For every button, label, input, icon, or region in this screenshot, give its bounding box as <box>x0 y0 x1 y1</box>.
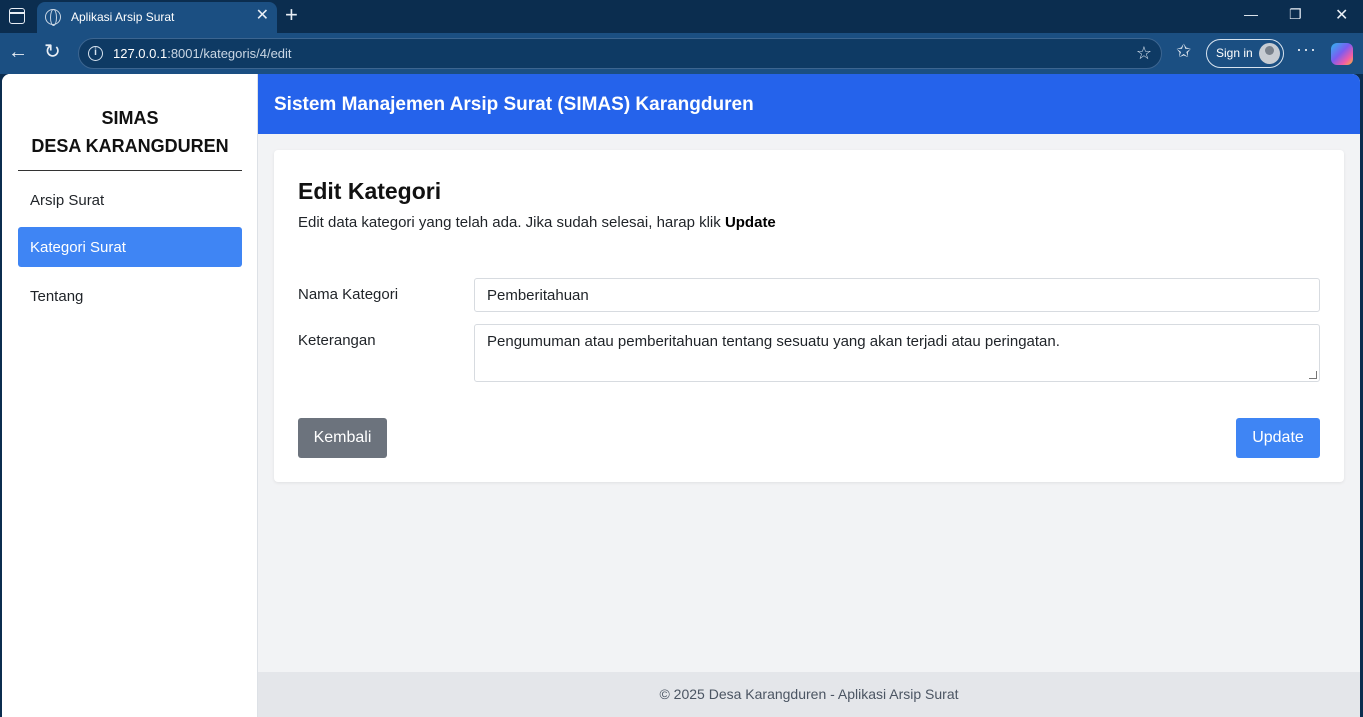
app-title: Sistem Manajemen Arsip Surat (SIMAS) Kar… <box>274 94 754 115</box>
back-icon[interactable]: ← <box>8 41 28 63</box>
main-content: Sistem Manajemen Arsip Surat (SIMAS) Kar… <box>258 74 1360 717</box>
address-toolbar: ← ↻ i 127.0.0.1:8001/kategoris/4/edit ☆ … <box>0 33 1363 74</box>
footer: © 2025 Desa Karangduren - Aplikasi Arsip… <box>258 672 1360 717</box>
close-window-icon[interactable]: ✕ <box>1335 5 1348 25</box>
top-header: Sistem Manajemen Arsip Surat (SIMAS) Kar… <box>258 74 1360 134</box>
edit-category-card: Edit Kategori Edit data kategori yang te… <box>274 150 1344 482</box>
divider <box>18 170 242 171</box>
update-button[interactable]: Update <box>1236 418 1320 458</box>
url-text: 127.0.0.1:8001/kategoris/4/edit <box>113 46 292 61</box>
sidebar-item-tentang[interactable]: Tentang <box>18 276 242 316</box>
browser-tab-strip: Aplikasi Arsip Surat ✕ + — ❐ ✕ <box>0 0 1363 33</box>
nama-kategori-input[interactable] <box>474 278 1320 312</box>
tab-title: Aplikasi Arsip Surat <box>71 10 175 24</box>
resize-handle-icon[interactable] <box>1309 371 1317 379</box>
sidebar-brand: SIMAS DESA KARANGDUREN <box>31 108 229 156</box>
favorites-icon[interactable]: ✩ <box>1176 41 1191 62</box>
copilot-icon[interactable] <box>1331 43 1353 65</box>
restore-icon[interactable]: ❐ <box>1289 6 1302 23</box>
new-tab-icon[interactable]: + <box>285 3 298 27</box>
sidebar-item-arsip-surat[interactable]: Arsip Surat <box>18 180 242 220</box>
page-title: Edit Kategori <box>298 178 442 204</box>
globe-icon <box>45 9 61 26</box>
site-info-icon[interactable]: i <box>88 46 103 61</box>
sidebar: SIMAS DESA KARANGDUREN Arsip Surat Kateg… <box>2 74 258 717</box>
address-bar[interactable]: i 127.0.0.1:8001/kategoris/4/edit ☆ <box>78 38 1162 69</box>
web-page: SIMAS DESA KARANGDUREN Arsip Surat Kateg… <box>2 74 1360 717</box>
sidebar-item-kategori-surat[interactable]: Kategori Surat <box>18 227 242 267</box>
back-button[interactable]: Kembali <box>298 418 387 458</box>
browser-tab[interactable]: Aplikasi Arsip Surat ✕ <box>37 2 277 33</box>
tab-actions-icon[interactable] <box>9 8 25 24</box>
close-tab-icon[interactable]: ✕ <box>256 7 269 25</box>
page-description: Edit data kategori yang telah ada. Jika … <box>298 214 776 231</box>
avatar <box>1259 43 1280 64</box>
keterangan-textarea[interactable]: Pengumuman atau pemberitahuan tentang se… <box>474 324 1320 382</box>
sign-in-button[interactable]: Sign in <box>1206 39 1284 68</box>
favorite-star-icon[interactable]: ☆ <box>1136 43 1152 64</box>
more-menu-icon[interactable]: ··· <box>1296 39 1317 60</box>
nama-kategori-label: Nama Kategori <box>298 286 399 303</box>
keterangan-label: Keterangan <box>298 332 376 349</box>
minimize-icon[interactable]: — <box>1244 6 1258 22</box>
reload-icon[interactable]: ↻ <box>44 41 61 63</box>
